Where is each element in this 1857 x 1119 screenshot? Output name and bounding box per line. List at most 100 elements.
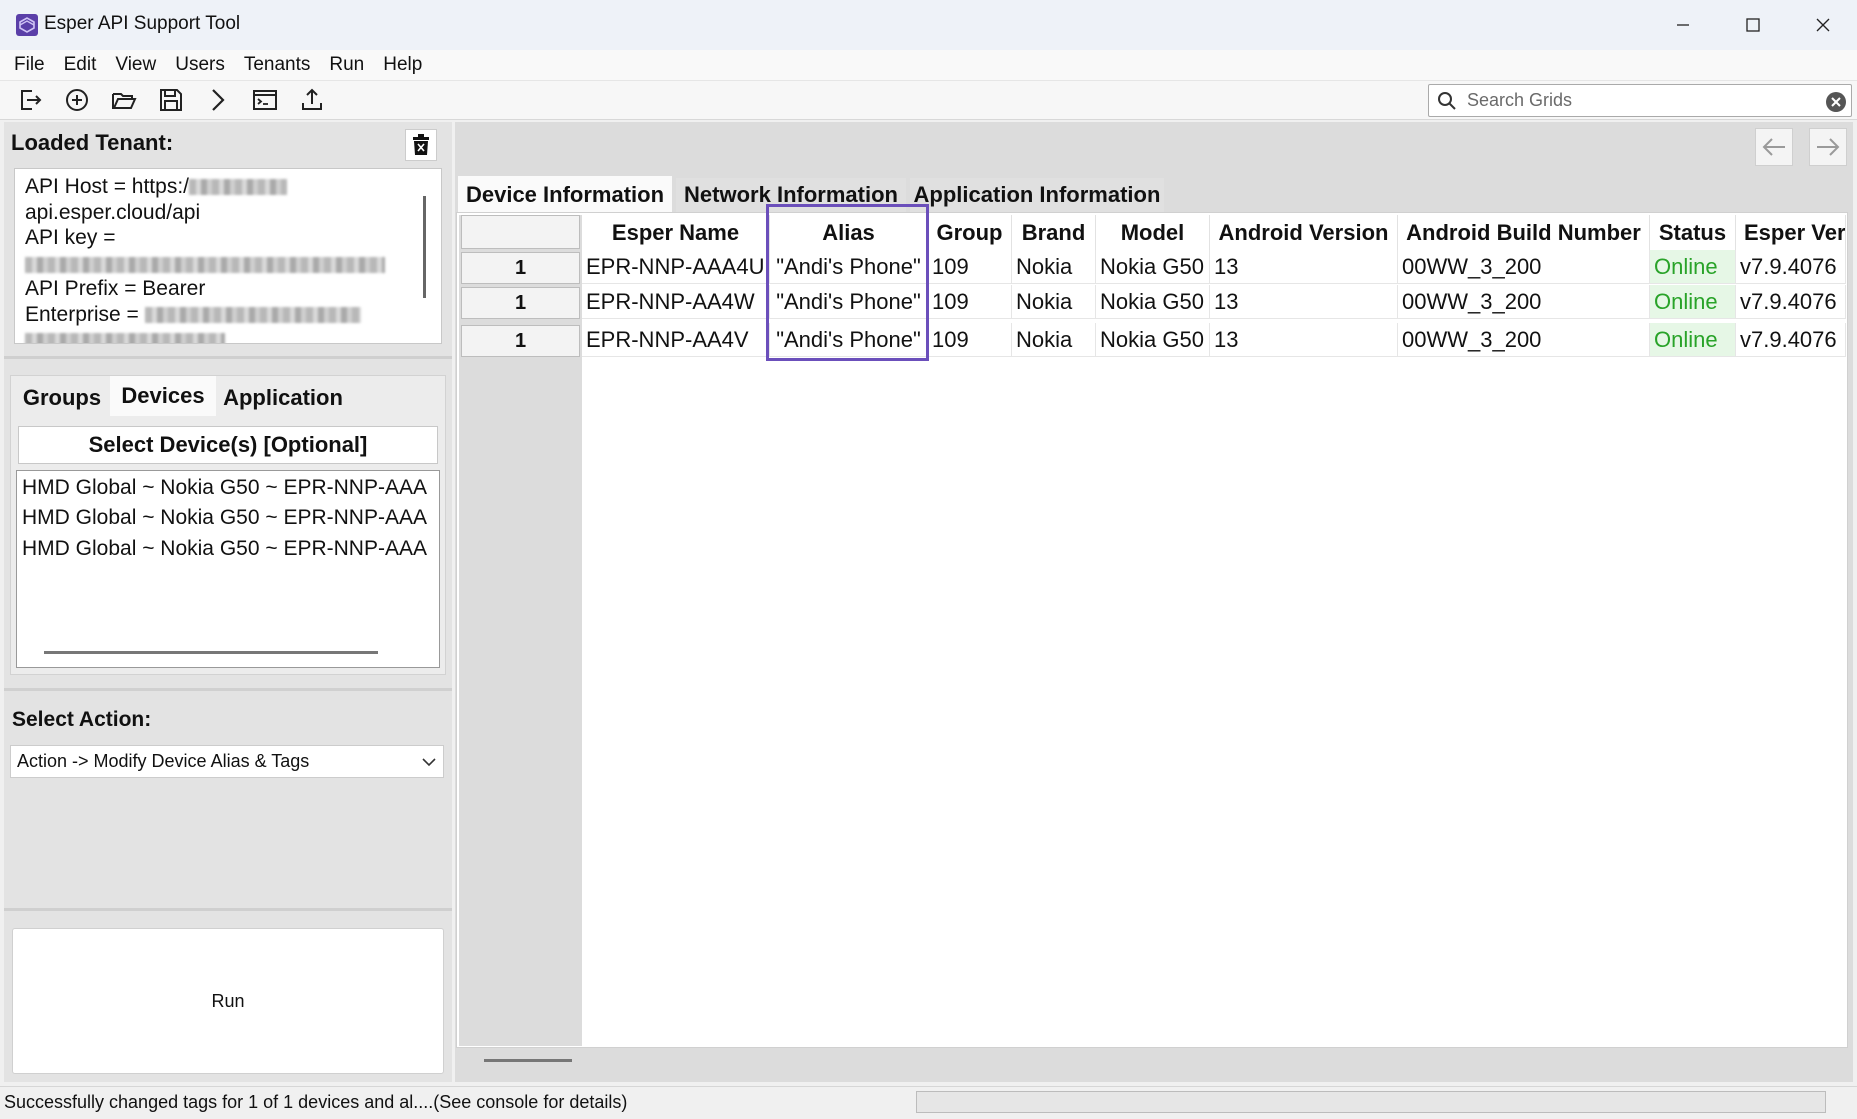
row-header[interactable]: 1 — [461, 252, 580, 284]
close-icon — [1816, 18, 1830, 32]
cell-status[interactable]: Online — [1650, 285, 1736, 319]
window-title: Esper API Support Tool — [44, 13, 241, 34]
list-item[interactable]: HMD Global ~ Nokia G50 ~ EPR-NNP-AAA — [22, 476, 427, 500]
minimize-icon — [1677, 24, 1689, 26]
minimize-button[interactable] — [1648, 0, 1718, 50]
api-host-line: API Host = https:/ — [25, 175, 189, 198]
cell-group[interactable]: 109 — [928, 285, 1012, 319]
tab-device-information[interactable]: Device Information — [458, 176, 672, 214]
cell-android-build-number[interactable]: 00WW_3_200 — [1398, 250, 1650, 284]
cell-android-version[interactable]: 13 — [1210, 285, 1398, 319]
open-button[interactable] — [108, 84, 140, 116]
api-prefix-line: API Prefix = Bearer — [25, 277, 206, 300]
maximize-icon — [1746, 18, 1760, 32]
loaded-tenant-label: Loaded Tenant: — [11, 130, 174, 155]
save-icon — [160, 89, 182, 111]
cell-esper-name[interactable]: EPR-NNP-AAA4U — [582, 250, 770, 284]
tenant-scrollbar[interactable] — [423, 196, 426, 298]
progress-bar — [916, 1091, 1826, 1113]
cell-status[interactable]: Online — [1650, 250, 1736, 284]
tab-application-information[interactable]: Application Information — [910, 178, 1164, 212]
upload-icon — [302, 88, 322, 110]
menu-users[interactable]: Users — [167, 54, 233, 76]
search-icon — [1438, 92, 1456, 110]
alias-column-highlight — [766, 204, 929, 361]
menu-tenants[interactable]: Tenants — [236, 54, 319, 76]
cell-group[interactable]: 109 — [928, 250, 1012, 284]
back-button[interactable] — [1755, 128, 1793, 166]
arrow-left-icon — [1762, 138, 1785, 156]
divider — [4, 356, 452, 359]
column-header-group[interactable]: Group — [928, 215, 1012, 251]
column-header-esper-name[interactable]: Esper Name — [582, 215, 770, 251]
list-item[interactable]: HMD Global ~ Nokia G50 ~ EPR-NNP-AAA — [22, 537, 427, 561]
enterprise-line: Enterprise = — [25, 303, 139, 326]
menu-bar: File Edit View Users Tenants Run Help — [0, 50, 1857, 80]
device-list-scrollbar[interactable] — [44, 651, 378, 654]
cell-esper-version[interactable]: v7.9.4076 — [1736, 250, 1846, 284]
column-header-status[interactable]: Status — [1650, 215, 1736, 251]
cell-brand[interactable]: Nokia — [1012, 285, 1096, 319]
cell-model[interactable]: Nokia G50 — [1096, 323, 1210, 357]
action-dropdown[interactable]: Action -> Modify Device Alias & Tags — [10, 745, 444, 778]
cell-android-version[interactable]: 13 — [1210, 323, 1398, 357]
status-message: Successfully changed tags for 1 of 1 dev… — [4, 1092, 628, 1112]
cell-esper-name[interactable]: EPR-NNP-AA4V — [582, 323, 770, 357]
tenant-info-box[interactable]: API Host = https:/ api.esper.cloud/api A… — [14, 168, 442, 344]
title-bar — [0, 0, 1857, 50]
cell-android-build-number[interactable]: 00WW_3_200 — [1398, 323, 1650, 357]
redacted-enterprise — [144, 307, 361, 324]
logout-button[interactable] — [14, 84, 46, 116]
menu-file[interactable]: File — [6, 54, 53, 76]
menu-run[interactable]: Run — [321, 54, 372, 76]
clear-search-icon[interactable] — [1825, 91, 1847, 113]
tab-application[interactable]: Application — [218, 380, 348, 416]
tab-devices[interactable]: Devices — [110, 376, 216, 416]
menu-help[interactable]: Help — [375, 54, 430, 76]
logout-icon — [21, 90, 42, 110]
action-selected-value: Action -> Modify Device Alias & Tags — [17, 751, 310, 771]
chevron-down-icon — [422, 758, 436, 767]
console-button[interactable] — [249, 84, 281, 116]
add-tenant-button[interactable] — [61, 84, 93, 116]
run-button-toolbar[interactable] — [202, 84, 234, 116]
cell-android-build-number[interactable]: 00WW_3_200 — [1398, 285, 1650, 319]
grid-horizontal-scrollbar[interactable] — [484, 1059, 572, 1062]
search-input[interactable] — [1465, 87, 1805, 114]
cell-model[interactable]: Nokia G50 — [1096, 250, 1210, 284]
cell-esper-version[interactable]: v7.9.4076 — [1736, 285, 1846, 319]
select-action-label: Select Action: — [12, 708, 152, 731]
grid-corner-cell[interactable] — [461, 215, 580, 249]
remove-tenant-button[interactable] — [405, 129, 437, 161]
api-key-line: API key = — [25, 226, 116, 249]
column-header-esper-version[interactable]: Esper Ver — [1736, 215, 1846, 251]
forward-button[interactable] — [1809, 128, 1847, 166]
upload-button[interactable] — [296, 84, 328, 116]
row-header[interactable]: 1 — [461, 325, 580, 357]
column-header-model[interactable]: Model — [1096, 215, 1210, 251]
tab-groups[interactable]: Groups — [16, 380, 108, 416]
run-button[interactable]: Run — [12, 928, 444, 1074]
menu-edit[interactable]: Edit — [56, 54, 105, 76]
cell-brand[interactable]: Nokia — [1012, 323, 1096, 357]
cell-brand[interactable]: Nokia — [1012, 250, 1096, 284]
cell-status[interactable]: Online — [1650, 323, 1736, 357]
redacted-value — [189, 179, 287, 196]
column-header-android-build-number[interactable]: Android Build Number — [1398, 215, 1650, 251]
search-grids-box — [1428, 84, 1852, 117]
maximize-button[interactable] — [1718, 0, 1788, 50]
cell-esper-version[interactable]: v7.9.4076 — [1736, 323, 1846, 357]
row-header[interactable]: 1 — [461, 287, 580, 319]
select-devices-button[interactable]: Select Device(s) [Optional] — [18, 426, 438, 464]
arrow-right-icon — [1817, 138, 1840, 156]
save-button[interactable] — [155, 84, 187, 116]
column-header-brand[interactable]: Brand — [1012, 215, 1096, 251]
list-item[interactable]: HMD Global ~ Nokia G50 ~ EPR-NNP-AAA — [22, 506, 427, 530]
cell-group[interactable]: 109 — [928, 323, 1012, 357]
close-window-button[interactable] — [1788, 0, 1857, 50]
menu-view[interactable]: View — [107, 54, 164, 76]
cell-model[interactable]: Nokia G50 — [1096, 285, 1210, 319]
cell-android-version[interactable]: 13 — [1210, 250, 1398, 284]
column-header-android-version[interactable]: Android Version — [1210, 215, 1398, 251]
cell-esper-name[interactable]: EPR-NNP-AA4W — [582, 285, 770, 319]
